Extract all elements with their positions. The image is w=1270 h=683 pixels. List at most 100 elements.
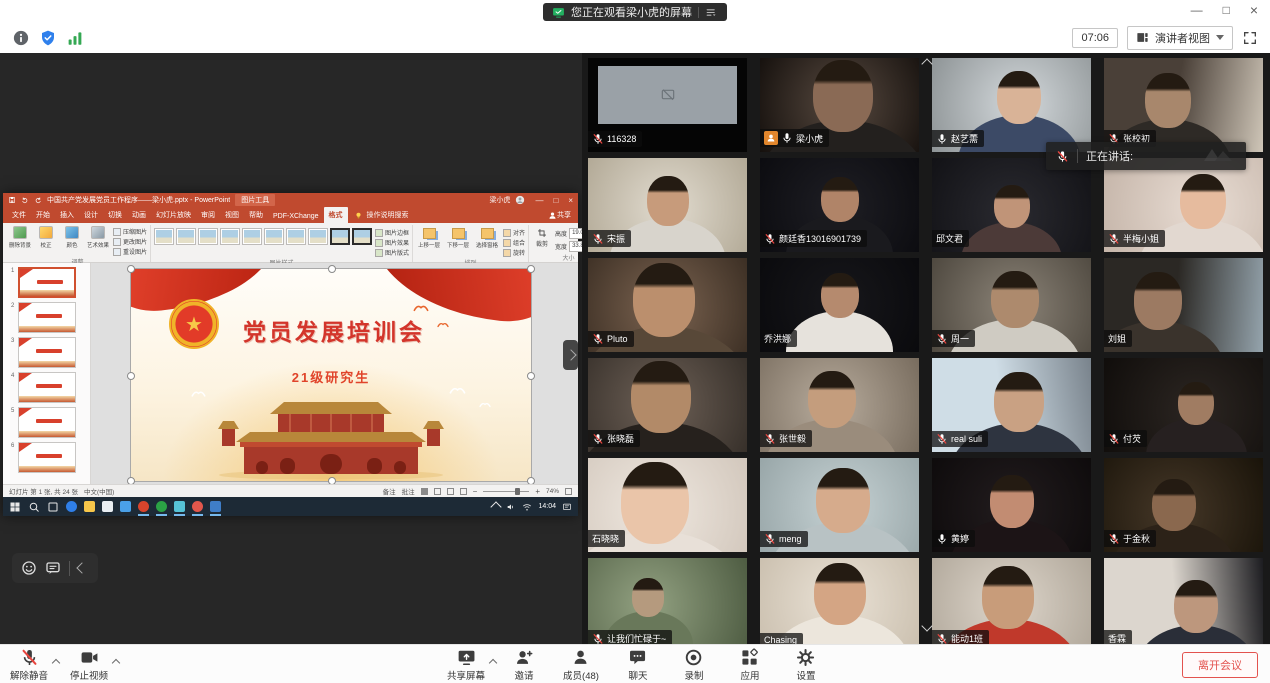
chevron-up-icon[interactable] <box>113 653 119 671</box>
participant-tile[interactable]: 梁小虎 <box>760 58 919 152</box>
ribbon-menu-item[interactable]: 图片边框 <box>375 228 409 237</box>
ribbon-button[interactable]: 选择窗格 <box>474 228 500 249</box>
picture-style-thumbnail[interactable] <box>264 228 284 245</box>
ppt-maximize-button[interactable]: □ <box>553 196 558 205</box>
collapse-left-icon[interactable] <box>76 562 87 573</box>
notes-button[interactable]: 备注 <box>383 486 396 496</box>
language-indicator[interactable]: 中文(中国) <box>84 486 114 496</box>
leave-meeting-button[interactable]: 离开会议 <box>1182 652 1258 678</box>
ppt-tab[interactable]: 文件 <box>7 207 31 223</box>
selection-handle[interactable] <box>127 477 135 484</box>
ribbon-menu-item[interactable]: 重设图片 <box>113 247 147 256</box>
taskbar-app-icon[interactable] <box>192 501 203 512</box>
participant-tile[interactable]: 让我们忙碌于~ <box>588 558 747 645</box>
participant-tile[interactable]: 周一 <box>932 258 1091 352</box>
ppt-tab[interactable]: 切换 <box>103 207 127 223</box>
slide-canvas[interactable]: ★ 党员发展培训会 21级研究生 <box>131 269 531 481</box>
ppt-tab[interactable]: 设计 <box>79 207 103 223</box>
selection-handle[interactable] <box>127 265 135 273</box>
record-button[interactable]: 录制 <box>677 648 711 682</box>
participant-tile[interactable]: 颜廷香13016901739 <box>760 158 919 252</box>
selection-handle[interactable] <box>328 265 336 273</box>
zoom-in-button[interactable]: + <box>535 487 540 496</box>
slide-thumbnail[interactable] <box>18 372 76 403</box>
network-signal-icon[interactable] <box>66 29 84 47</box>
slide-thumbnail-row[interactable]: 3 <box>3 335 90 370</box>
picture-style-thumbnail[interactable] <box>330 228 350 245</box>
slide-thumbnail-row[interactable]: 4 <box>3 370 90 405</box>
taskbar-app-icon[interactable] <box>138 501 149 512</box>
ribbon-button[interactable]: 艺术效果 <box>86 226 110 249</box>
fullscreen-button[interactable] <box>1242 30 1258 46</box>
normal-view-icon[interactable] <box>421 488 428 495</box>
clock[interactable]: 14:04 <box>538 503 556 510</box>
slide-sorter-view-icon[interactable] <box>434 488 441 495</box>
chat-button[interactable]: 聊天 <box>621 648 655 682</box>
crop-button[interactable]: 裁剪 <box>532 226 552 248</box>
participant-tile[interactable]: 能动1班 <box>932 558 1091 645</box>
ppt-tab[interactable]: 视图 <box>220 207 244 223</box>
zoom-slider[interactable] <box>483 491 529 492</box>
ppt-tab[interactable]: 动画 <box>127 207 151 223</box>
chevron-up-icon[interactable] <box>490 653 496 671</box>
slide-thumbnail-row[interactable]: 1 <box>3 265 90 300</box>
maximize-button[interactable]: □ <box>1223 1 1230 19</box>
picture-style-thumbnail[interactable] <box>308 228 328 245</box>
ribbon-menu-item[interactable]: 更改图片 <box>113 237 147 246</box>
settings-button[interactable]: 设置 <box>789 648 823 682</box>
selection-handle[interactable] <box>527 265 535 273</box>
participant-tile[interactable]: 付芡 <box>1104 358 1263 452</box>
ribbon-menu-item[interactable]: 组合 <box>503 238 525 247</box>
ppt-minimize-button[interactable]: — <box>535 196 543 205</box>
notification-icon[interactable] <box>562 502 572 512</box>
participant-tile[interactable]: 宋振 <box>588 158 747 252</box>
taskbar-app-icon[interactable] <box>174 501 185 512</box>
participant-tile[interactable]: 刘姐 <box>1104 258 1263 352</box>
ppt-tab[interactable]: PDF-XChange <box>268 210 324 223</box>
ribbon-menu-item[interactable]: 图片效果 <box>375 238 409 247</box>
width-field[interactable]: 宽度 33.87 厘米 <box>555 241 582 252</box>
participant-tile[interactable]: 116328 <box>588 58 747 152</box>
slideshow-view-icon[interactable] <box>460 488 467 495</box>
ppt-tab[interactable]: 幻灯片放映 <box>151 207 196 223</box>
ppt-search-hint[interactable]: 操作说明搜索 <box>367 210 409 220</box>
ribbon-button[interactable]: 下移一层 <box>445 228 471 249</box>
ribbon-menu-item[interactable]: 对齐 <box>503 228 525 237</box>
redo-icon[interactable] <box>34 196 42 204</box>
slide-thumbnail[interactable] <box>18 442 76 473</box>
participant-tile[interactable]: 张晓磊 <box>588 358 747 452</box>
height-field[interactable]: 高度 19.02 厘米 <box>555 228 582 239</box>
picture-style-thumbnail[interactable] <box>176 228 196 245</box>
participant-tile[interactable]: 香霖 <box>1104 558 1263 645</box>
share-screen-button[interactable]: 共享屏幕 <box>447 648 485 682</box>
undo-icon[interactable] <box>21 196 29 204</box>
ppt-tab[interactable]: 开始 <box>31 207 55 223</box>
slide-thumbnail-row[interactable]: 6 <box>3 440 90 475</box>
slide-thumbnail[interactable] <box>18 302 76 333</box>
picture-style-thumbnail[interactable] <box>198 228 218 245</box>
picture-style-thumbnail[interactable] <box>286 228 306 245</box>
tray-expand-icon[interactable] <box>491 501 502 512</box>
taskbar-app-icon[interactable] <box>156 501 167 512</box>
slide-thumbnail[interactable] <box>18 407 76 438</box>
start-button-icon[interactable] <box>9 501 21 513</box>
ribbon-menu-item[interactable]: 旋转 <box>503 248 525 257</box>
picture-style-thumbnail[interactable] <box>220 228 240 245</box>
invite-button[interactable]: 邀请 <box>507 648 541 682</box>
slide-thumbnail-row[interactable]: 5 <box>3 405 90 440</box>
participant-tile[interactable]: 半梅小姐 <box>1104 158 1263 252</box>
smiley-icon[interactable] <box>21 560 37 576</box>
view-mode-selector[interactable]: 演讲者视图 <box>1127 26 1233 50</box>
network-icon[interactable] <box>522 502 532 512</box>
selection-handle[interactable] <box>328 477 336 484</box>
ppt-tab[interactable]: 插入 <box>55 207 79 223</box>
stop-video-button[interactable]: 停止视频 <box>70 648 108 682</box>
participant-tile[interactable]: 石晓晓 <box>588 458 747 552</box>
ribbon-menu-item[interactable]: 图片版式 <box>375 248 409 257</box>
comments-button[interactable]: 批注 <box>402 486 415 496</box>
scroll-up-chevron[interactable] <box>919 57 935 71</box>
ppt-tab[interactable]: 帮助 <box>244 207 268 223</box>
participant-tile[interactable]: Pluto <box>588 258 747 352</box>
participant-tile[interactable]: Chasing <box>760 558 919 645</box>
participant-tile[interactable]: meng <box>760 458 919 552</box>
